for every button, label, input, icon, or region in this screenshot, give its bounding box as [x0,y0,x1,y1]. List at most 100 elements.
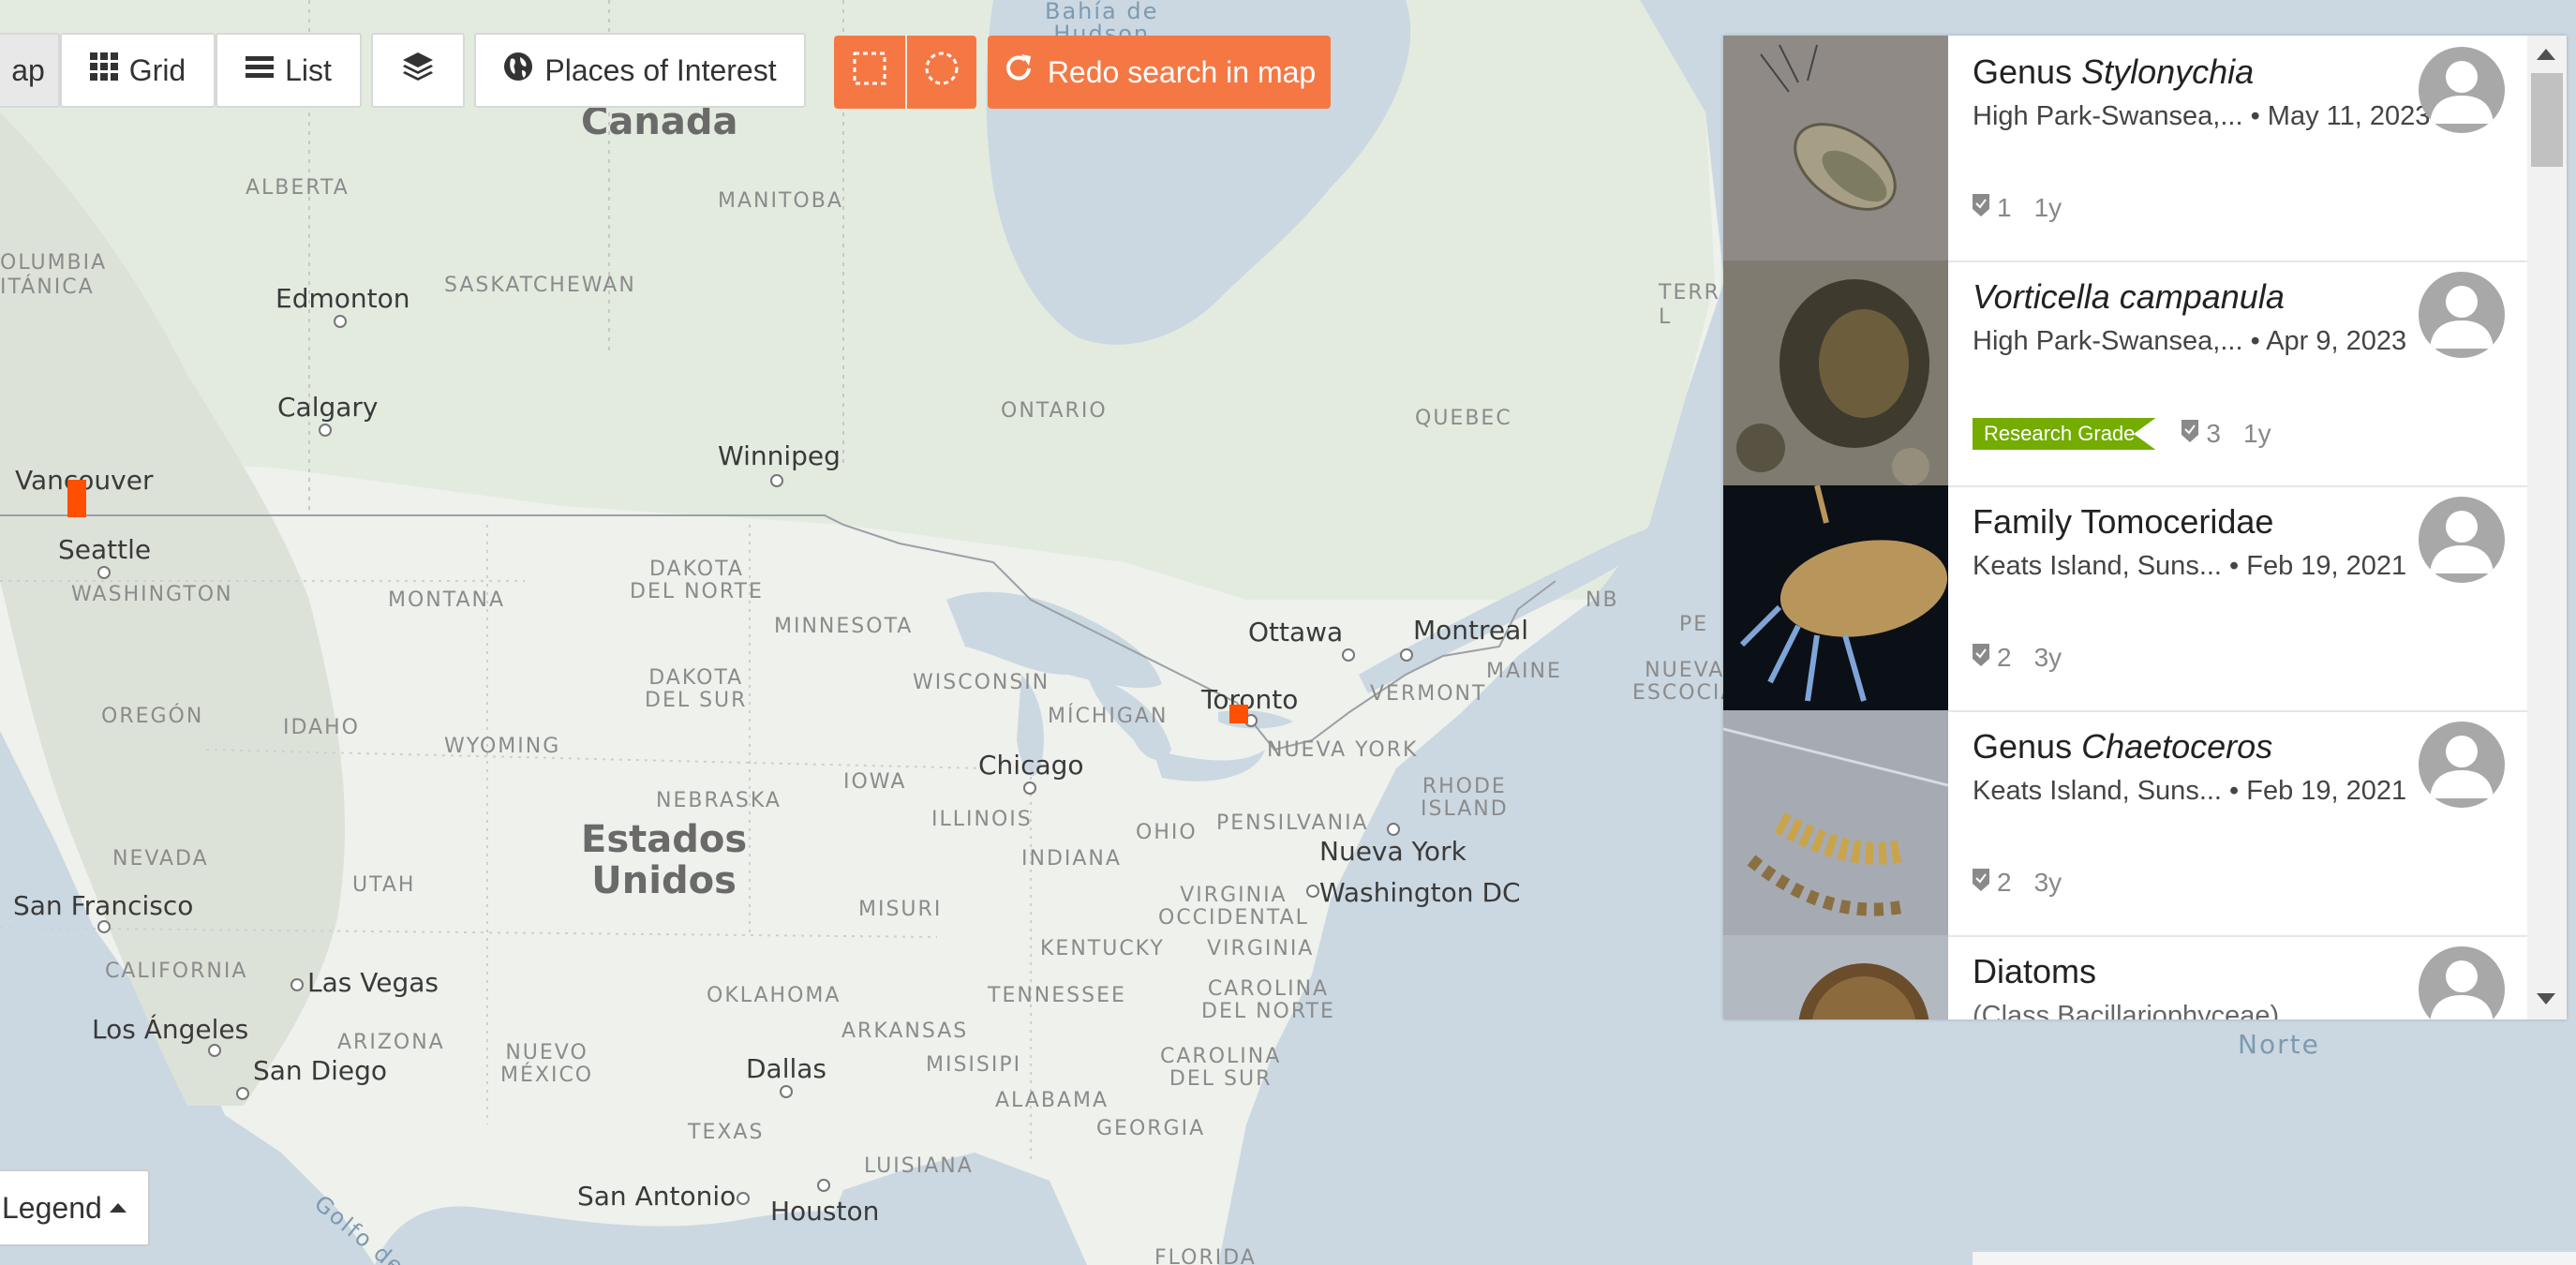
scrollbar-thumb[interactable] [2531,73,2563,167]
redo-search-label: Redo search in map [1047,54,1317,89]
observation-title[interactable]: Diatoms [1973,952,2096,991]
observation-subtitle: Keats Island, Suns... • Feb 19, 2021 [1973,551,2407,581]
scroll-up-arrow-icon[interactable] [2537,49,2555,60]
map-view-button[interactable]: ap [0,33,60,108]
label-iowa: IOWA [843,770,907,794]
observation-subtitle: High Park-Swansea,... • Apr 9, 2023 [1973,326,2407,356]
grid-icon [89,52,118,88]
layers-button[interactable] [371,33,465,108]
label-alberta: ALBERTA [246,176,350,200]
observation-photo[interactable] [1723,36,1948,260]
label-terr: TERR L [1659,281,1720,329]
title-text: Family Tomoceridae [1973,502,2274,541]
scroll-down-arrow-icon[interactable] [2537,993,2555,1005]
identifications-count: 3 [2206,419,2221,448]
label-minnesota: MINNESOTA [774,615,914,638]
label-nevada: NEVADA [112,847,209,871]
observation-marker[interactable] [67,480,86,517]
observations-list-panel[interactable]: Genus Stylonychia High Park-Swansea,... … [1723,36,2567,1019]
city-dot [780,1085,793,1098]
label-virginia-occidental: VIRGINIA OCCIDENTAL [1158,884,1309,930]
label-illinois: ILLINOIS [931,808,1033,831]
user-avatar[interactable] [2419,722,2505,808]
observation-place: High Park-Swansea,... [1973,101,2243,131]
identifications-icon [1973,643,1989,673]
box-select-button[interactable] [834,36,905,109]
sidebar-scrollbar[interactable] [2527,36,2567,1019]
observation-subtitle: (Class Bacillariophyceae) [1973,1001,2280,1019]
redo-search-button[interactable]: Redo search in map [988,36,1331,109]
observation-title[interactable]: Genus Stylonychia [1973,52,2254,92]
label-nueva-york-state: NUEVA YORK [1267,738,1419,762]
label-pe: PE [1679,613,1709,636]
label-seattle: Seattle [58,534,152,565]
grid-view-button[interactable]: Grid [60,33,216,108]
city-dot [319,424,332,437]
label-luisiana: LUISIANA [864,1154,974,1178]
label-michigan: MÍCHIGAN [1048,705,1169,728]
identifications-count: 2 [1997,643,2012,672]
label-indiana: INDIANA [1021,847,1122,871]
list-icon [246,53,275,88]
label-texas: TEXAS [688,1121,765,1144]
observation-photo[interactable] [1723,935,1948,1019]
observation-title[interactable]: Genus Chaetoceros [1973,727,2272,766]
observation-meta: Research Grade 3 1y [1973,418,2271,450]
label-calgary: Calgary [277,392,379,423]
map-attribution [1973,1252,2576,1265]
observation-photo[interactable] [1723,485,1948,710]
legend-button[interactable]: Legend [0,1169,150,1246]
observation-card[interactable]: Genus Stylonychia High Park-Swansea,... … [1723,36,2527,262]
title-taxon: Chaetoceros [2081,727,2273,766]
identifications-count: 1 [1997,193,2012,222]
city-dot [334,315,347,328]
label-florida: FLORIDA [1154,1246,1257,1265]
label-wyoming: WYOMING [444,735,561,758]
list-view-button[interactable]: List [216,33,362,108]
label-tennessee: TENNESSEE [988,984,1126,1007]
observation-card[interactable]: Diatoms (Class Bacillariophyceae) [1723,935,2527,1019]
observation-title[interactable]: Vorticella campanula [1973,277,2285,317]
observation-age: 1y [2033,193,2062,222]
label-nueva-york: Nueva York [1319,836,1467,867]
label-saskatchewan: SASKATCHEWAN [444,274,636,297]
observation-place: Keats Island, Suns... [1973,551,2222,581]
label-carolina-norte: CAROLINA DEL NORTE [1201,977,1335,1023]
observation-card[interactable]: Vorticella campanula High Park-Swansea,.… [1723,260,2527,487]
label-manitoba: MANITOBA [718,189,843,213]
map-view-label: ap [11,52,45,87]
city-dot [290,978,304,991]
legend-label: Legend [2,1190,102,1225]
label-dakota-sur: DAKOTA DEL SUR [645,666,748,712]
observation-title[interactable]: Family Tomoceridae [1973,502,2273,542]
city-dot [770,474,783,487]
places-of-interest-button[interactable]: Places of Interest [474,33,806,108]
label-oklahoma: OKLAHOMA [707,984,841,1007]
circle-select-icon [923,50,960,95]
places-label: Places of Interest [544,52,777,87]
observation-marker[interactable] [1229,705,1248,723]
city-dot [1023,781,1036,795]
observation-date: Apr 9, 2023 [2266,326,2407,356]
city-dot [817,1179,830,1192]
label-dakota-norte: DAKOTA DEL NORTE [630,558,764,603]
circle-select-button[interactable] [907,36,976,109]
label-washington-dc: Washington DC [1319,877,1521,908]
user-avatar[interactable] [2419,272,2505,358]
user-avatar[interactable] [2419,497,2505,583]
label-nb: NB [1586,588,1619,612]
user-avatar[interactable] [2419,47,2505,133]
observation-photo[interactable] [1723,260,1948,485]
observation-photo[interactable] [1723,710,1948,935]
label-misisipi: MISISIPI [926,1053,1022,1077]
observation-date: May 11, 2023 [2267,101,2431,131]
observation-subtitle: High Park-Swansea,... • May 11, 2023 [1973,101,2431,131]
observation-card[interactable]: Family Tomoceridae Keats Island, Suns...… [1723,485,2527,712]
observation-card[interactable]: Genus Chaetoceros Keats Island, Suns... … [1723,710,2527,937]
label-idaho: IDAHO [283,716,360,739]
label-san-diego: San Diego [253,1055,388,1086]
user-avatar[interactable] [2419,946,2505,1019]
label-virginia: VIRGINIA [1207,937,1315,960]
observation-meta: 1 1y [1973,193,2062,223]
observation-meta: 2 3y [1973,868,2062,898]
